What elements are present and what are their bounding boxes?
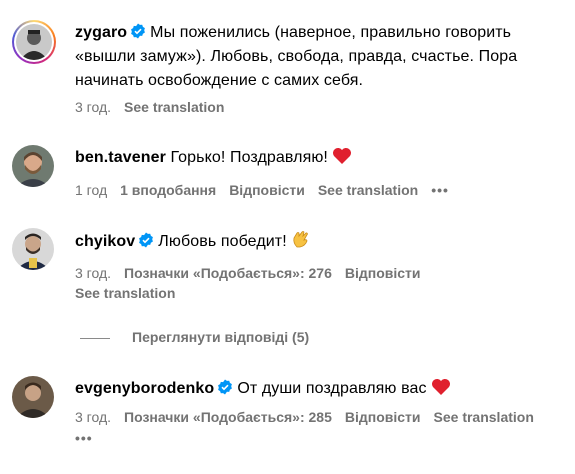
avatar-chyikov[interactable] — [12, 228, 54, 270]
reply-button[interactable]: Відповісти — [345, 265, 421, 281]
username[interactable]: evgenyborodenko — [75, 380, 214, 397]
comment-text: Горько! Поздравляю! — [170, 149, 328, 166]
comment-meta-line-2: See translation — [75, 283, 565, 303]
avatar-ben-tavener[interactable] — [12, 145, 54, 187]
username[interactable]: zygaro — [75, 24, 127, 41]
more-options-icon[interactable]: ••• — [75, 430, 93, 446]
likes-count[interactable]: Позначки «Подобається»: 285 — [124, 409, 332, 425]
see-translation-button[interactable]: See translation — [318, 182, 418, 198]
likes-count[interactable]: 1 вподобання — [120, 182, 216, 198]
avatar-zygaro[interactable] — [12, 20, 56, 64]
comment-meta: 3 год. Позначки «Подобається»: 276 Відпові… — [75, 263, 565, 283]
more-options-icon[interactable]: ••• — [431, 182, 449, 198]
timestamp[interactable]: 3 год. — [75, 409, 111, 425]
verified-badge-icon — [218, 379, 233, 395]
comment-meta-line-2: ••• — [75, 428, 565, 448]
red-heart-icon — [332, 148, 351, 164]
verified-badge-icon — [131, 23, 146, 39]
comment-text: Любовь победит! — [158, 233, 287, 250]
comment-body: evgenyborodenko От души поздравляю вас — [75, 377, 557, 401]
username[interactable]: ben.tavener — [75, 149, 166, 166]
timestamp[interactable]: 3 год. — [75, 265, 111, 281]
view-replies-button[interactable]: Переглянути відповіді (5) — [80, 329, 309, 345]
comment-body: chyikov Любовь победит! — [75, 229, 557, 254]
reply-button[interactable]: Відповісти — [345, 409, 421, 425]
username[interactable]: chyikov — [75, 233, 135, 250]
avatar-evgenyborodenko[interactable] — [12, 376, 54, 418]
comment-meta: 3 год. Позначки «Подобається»: 285 Відпові… — [75, 407, 565, 427]
comment-text: От души поздравляю вас — [237, 380, 427, 397]
view-replies-label[interactable]: Переглянути відповіді (5) — [132, 329, 309, 345]
red-heart-icon — [431, 379, 450, 395]
comment-body: zygaro Мы поженились (наверное, правильно… — [75, 21, 557, 93]
see-translation-button[interactable]: See translation — [124, 99, 224, 115]
comment-body: ben.tavener Горько! Поздравляю! — [75, 146, 557, 170]
likes-count[interactable]: Позначки «Подобається»: 276 — [124, 265, 332, 281]
timestamp[interactable]: 1 год — [75, 182, 107, 198]
replies-divider — [80, 337, 110, 339]
clapping-hands-icon — [293, 231, 308, 248]
comment-meta: 3 год. See translation — [75, 97, 565, 117]
verified-badge-icon — [139, 232, 154, 248]
timestamp[interactable]: 3 год. — [75, 99, 111, 115]
see-translation-button[interactable]: See translation — [75, 285, 175, 301]
reply-button[interactable]: Відповісти — [229, 182, 305, 198]
comment-meta: 1 год 1 вподобання Відповісти See translati… — [75, 180, 565, 200]
see-translation-button[interactable]: See translation — [434, 409, 534, 425]
